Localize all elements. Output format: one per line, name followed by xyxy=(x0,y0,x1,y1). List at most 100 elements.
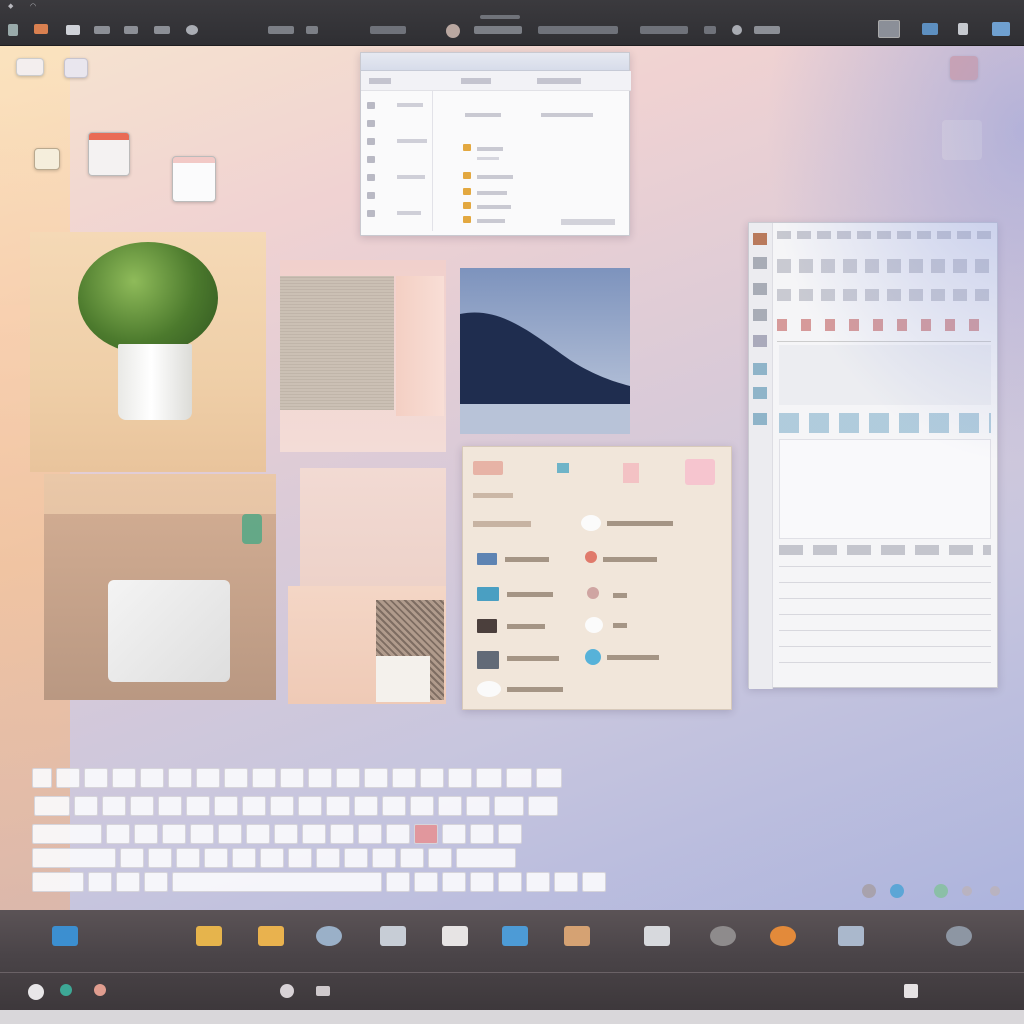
dock-item[interactable] xyxy=(748,926,818,951)
keyboard-key[interactable] xyxy=(32,848,116,868)
file-row[interactable] xyxy=(463,143,475,153)
thumbnail[interactable] xyxy=(753,309,767,321)
keyboard-key[interactable] xyxy=(246,824,270,844)
document-canvas[interactable] xyxy=(779,439,991,539)
keyboard-key[interactable] xyxy=(232,848,256,868)
keyboard-key[interactable] xyxy=(442,824,466,844)
fabric-photo[interactable] xyxy=(280,260,446,452)
view-icon[interactable] xyxy=(461,78,491,84)
menu-placeholder-icon[interactable] xyxy=(94,26,110,34)
ribbon-row[interactable] xyxy=(777,319,991,331)
keyboard-key[interactable] xyxy=(274,824,298,844)
app-icon[interactable] xyxy=(473,461,503,475)
keyboard-key[interactable] xyxy=(288,848,312,868)
keyboard-key[interactable] xyxy=(466,796,490,816)
thumbnail[interactable] xyxy=(753,363,767,375)
file-icon[interactable] xyxy=(16,58,44,76)
sidebar-item[interactable] xyxy=(367,119,379,129)
keyboard-key[interactable] xyxy=(414,824,438,844)
keyboard-key[interactable] xyxy=(32,768,52,788)
tab-row[interactable] xyxy=(779,413,991,433)
keyboard-key[interactable] xyxy=(252,768,276,788)
keyboard-key[interactable] xyxy=(120,848,144,868)
keyboard-key[interactable] xyxy=(158,796,182,816)
thumbnail[interactable] xyxy=(753,283,767,295)
keyboard-key[interactable] xyxy=(386,872,410,892)
keyboard-key[interactable] xyxy=(88,872,112,892)
keyboard-key[interactable] xyxy=(106,824,130,844)
thumbnail[interactable] xyxy=(753,387,767,399)
keyboard-key[interactable] xyxy=(32,824,102,844)
keyboard-key[interactable] xyxy=(526,872,550,892)
keyboard-key[interactable] xyxy=(420,768,444,788)
dock-item[interactable] xyxy=(174,926,244,951)
keyboard-key[interactable] xyxy=(162,824,186,844)
app-icon[interactable] xyxy=(557,463,569,473)
menu-placeholder-icon[interactable] xyxy=(640,26,688,34)
keyboard-key[interactable] xyxy=(204,848,228,868)
basket-photo[interactable] xyxy=(288,586,446,704)
ribbon-row[interactable] xyxy=(777,231,991,239)
keyboard-key[interactable] xyxy=(498,872,522,892)
status-icon[interactable] xyxy=(60,984,72,996)
app-icon[interactable] xyxy=(950,56,978,80)
preview-icon[interactable] xyxy=(172,156,216,202)
menu-placeholder-icon[interactable] xyxy=(268,26,294,34)
app-item[interactable] xyxy=(587,587,603,599)
thumbnail[interactable] xyxy=(753,233,767,245)
keyboard-key[interactable] xyxy=(392,768,416,788)
keyboard-key[interactable] xyxy=(112,768,136,788)
menu-placeholder-icon[interactable] xyxy=(124,26,138,34)
file-row[interactable] xyxy=(463,187,475,197)
keyboard-key[interactable] xyxy=(186,796,210,816)
menu-placeholder-icon[interactable] xyxy=(154,26,170,34)
keyboard-key[interactable] xyxy=(326,796,350,816)
app-item[interactable] xyxy=(585,551,601,563)
menu-placeholder-icon[interactable] xyxy=(538,26,618,34)
keyboard-key[interactable] xyxy=(176,848,200,868)
keyboard-key[interactable] xyxy=(476,768,502,788)
data-table[interactable] xyxy=(779,561,991,671)
keyboard-key[interactable] xyxy=(140,768,164,788)
apple-menu-icon[interactable]: ◆ xyxy=(8,2,13,10)
laptop-photo[interactable] xyxy=(44,474,276,700)
keyboard-key[interactable] xyxy=(344,848,368,868)
dock-item[interactable] xyxy=(542,926,612,951)
sidebar-item[interactable] xyxy=(367,137,379,147)
keyboard-key[interactable] xyxy=(190,824,214,844)
trash-icon[interactable] xyxy=(904,984,918,998)
app-item[interactable] xyxy=(477,681,505,697)
file-row[interactable] xyxy=(463,201,475,211)
menu-placeholder-icon[interactable] xyxy=(306,26,318,34)
status-icon[interactable] xyxy=(94,984,106,996)
keyboard-key[interactable] xyxy=(506,768,532,788)
keyboard-key[interactable] xyxy=(242,796,266,816)
keyboard-key[interactable] xyxy=(364,768,388,788)
keyboard-key[interactable] xyxy=(102,796,126,816)
wave-photo[interactable] xyxy=(460,268,630,434)
keyboard-key[interactable] xyxy=(218,824,242,844)
app-item[interactable] xyxy=(585,649,605,665)
keyboard-key[interactable] xyxy=(116,872,140,892)
dock-item[interactable] xyxy=(358,926,428,951)
keyboard-key[interactable] xyxy=(582,872,606,892)
status-icon[interactable] xyxy=(316,986,330,996)
dock-item[interactable] xyxy=(480,926,550,951)
dot-icon[interactable] xyxy=(990,886,1000,896)
dock-item[interactable] xyxy=(294,926,364,951)
keyboard-key[interactable] xyxy=(336,768,360,788)
folder-icon[interactable] xyxy=(942,120,982,160)
sidebar-item[interactable] xyxy=(367,209,379,219)
plant-photo[interactable] xyxy=(30,232,266,472)
menu-placeholder-icon[interactable] xyxy=(370,26,406,34)
keyboard-key[interactable] xyxy=(410,796,434,816)
app-item[interactable] xyxy=(581,515,605,531)
thumbnail[interactable] xyxy=(753,413,767,425)
dock-item[interactable] xyxy=(622,926,692,951)
sidebar-item[interactable] xyxy=(367,191,379,201)
keyboard-key[interactable] xyxy=(470,824,494,844)
dot-icon[interactable] xyxy=(962,886,972,896)
keyboard-key[interactable] xyxy=(172,872,382,892)
keyboard-key[interactable] xyxy=(214,796,238,816)
keyboard-key[interactable] xyxy=(330,824,354,844)
